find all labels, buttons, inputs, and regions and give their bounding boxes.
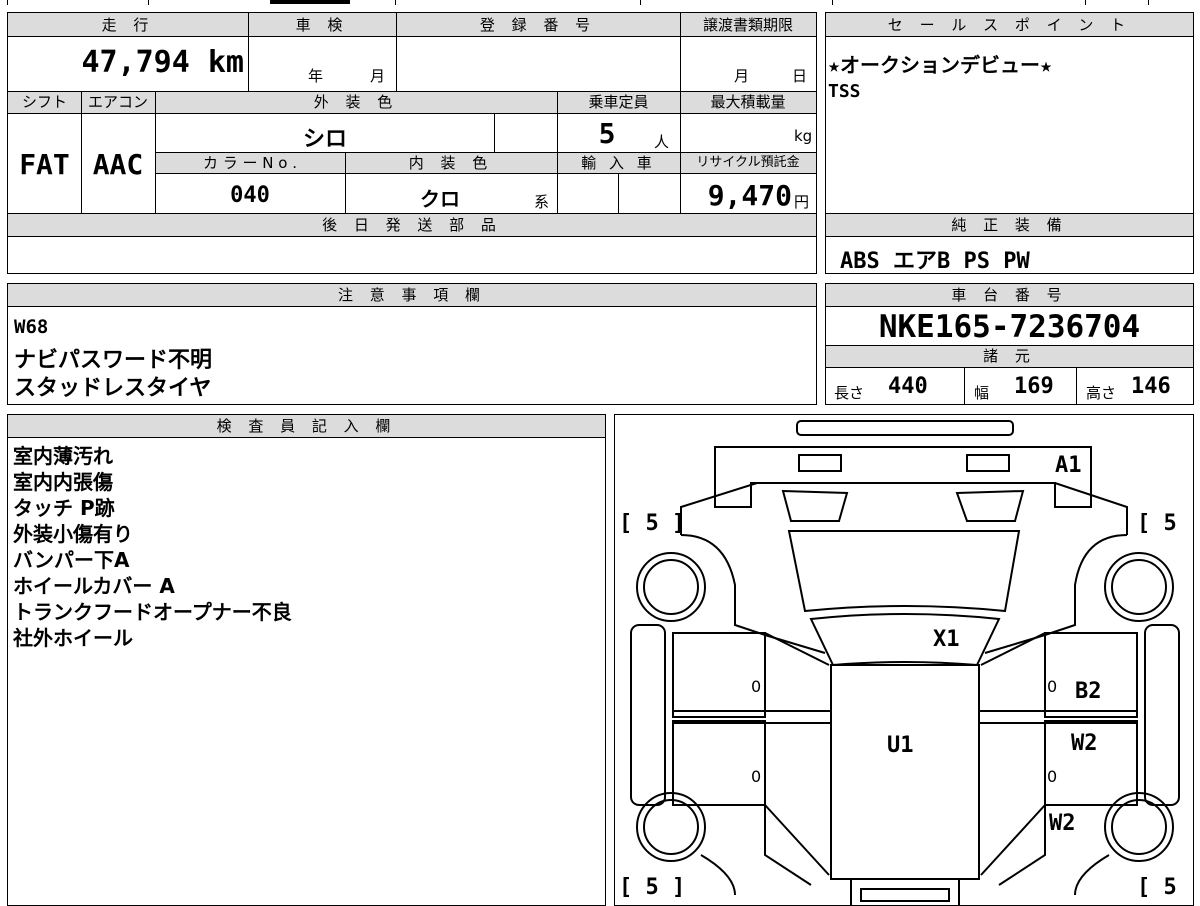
door-zero-mark: 0 xyxy=(751,677,762,696)
door-zero-mark: 0 xyxy=(1047,767,1058,786)
chassis-number: NKE165-7236704 xyxy=(878,309,1141,345)
inspector-note: 外装小傷有り xyxy=(13,522,133,546)
inspector-note: トランクフードオープナー不良 xyxy=(13,600,292,624)
inspector-note: 室内内張傷 xyxy=(13,470,113,494)
door-zero-mark: 0 xyxy=(1047,677,1058,696)
inspector-notes-list: 室内薄汚れ 室内内張傷 タッチ P跡 外装小傷有り バンパー下A ホイールカバー… xyxy=(13,443,292,651)
transfer-day-unit: 日 xyxy=(792,67,808,85)
recycle-header: リサイクル預託金 xyxy=(696,155,800,170)
shift-header: シフト xyxy=(21,93,67,111)
damage-mark-front-bumper: A1 xyxy=(1055,453,1082,478)
capacity-header: 乗車定員 xyxy=(588,93,649,111)
door-zero-mark: 0 xyxy=(751,767,762,786)
inspection-header: 車 検 xyxy=(295,16,349,34)
tire-tread-rear-left: [ 5 ] xyxy=(619,875,686,900)
damage-mark-right-front-door: B2 xyxy=(1075,679,1102,704)
inspector-note: タッチ P跡 xyxy=(13,496,115,520)
tire-tread-front-left: [ 5 ] xyxy=(619,511,686,536)
chassis-header: 車 台 番 号 xyxy=(826,284,1193,307)
sales-points-header: セ ー ル ス ポ イ ン ト xyxy=(826,13,1193,37)
height-value: 146 xyxy=(1131,374,1171,399)
recycle-unit: 円 xyxy=(794,193,810,211)
damage-mark-right-rear-fender: W2 xyxy=(1049,811,1076,836)
color-no-header: カ ラ ー N o . xyxy=(202,154,297,172)
capacity-unit: 人 xyxy=(654,133,670,151)
width-label: 幅 xyxy=(974,384,990,402)
inspection-month-unit: 月 xyxy=(370,67,386,85)
aircon-header: エアコン xyxy=(87,93,148,111)
registration-header: 登 録 番 号 xyxy=(479,16,597,34)
length-label: 長さ xyxy=(834,384,865,402)
inspector-note: ホイールカバー A xyxy=(13,574,175,598)
vehicle-info-table: 走 行 車 検 登 録 番 号 譲渡書類期限 47,794 km 年 月 月 日… xyxy=(7,12,817,274)
later-parts-header: 後 日 発 送 部 品 xyxy=(322,216,502,234)
inspector-note: 室内薄汚れ xyxy=(13,444,113,468)
notes-line: スタッドレスタイヤ xyxy=(14,376,212,401)
sales-point-line: ★オークションデビュー★ xyxy=(828,53,1053,77)
mileage-header: 走 行 xyxy=(101,16,155,34)
width-value: 169 xyxy=(1014,374,1054,399)
damage-mark-roof: X1 xyxy=(933,627,960,652)
equipment-value: ABS エアB PS PW xyxy=(840,249,1030,274)
mileage-value: 47,794 km xyxy=(81,45,244,80)
interior-color-suffix: 系 xyxy=(534,193,550,211)
interior-color-header: 内 装 色 xyxy=(408,154,494,172)
damage-mark-right-rear-door: W2 xyxy=(1071,731,1098,756)
color-no-value: 040 xyxy=(230,183,270,208)
length-value: 440 xyxy=(888,374,928,399)
recycle-fee-value: 9,470 xyxy=(707,179,792,212)
top-strip xyxy=(0,0,1200,5)
damage-mark-center: U1 xyxy=(887,733,914,758)
aircon-value: AAC xyxy=(92,148,144,181)
shift-value: FAT xyxy=(19,148,70,181)
inspector-panel: 検 査 員 記 入 欄 室内薄汚れ 室内内張傷 タッチ P跡 外装小傷有り バン… xyxy=(7,414,606,906)
damage-diagram-panel: [ 5 ] [ 5 ] [ 5 ] [ 5 ] A1 X1 U1 B2 W2 W… xyxy=(614,414,1194,906)
inspection-year-unit: 年 xyxy=(308,67,324,85)
inspector-note: 社外ホイール xyxy=(13,626,133,650)
tire-tread-rear-right: [ 5 ] xyxy=(1137,875,1193,900)
notes-header: 注 意 事 項 欄 xyxy=(8,284,816,307)
chassis-panel: 車 台 番 号 NKE165-7236704 諸 元 長さ 440 幅 169 … xyxy=(825,283,1194,405)
exterior-color-header: 外 装 色 xyxy=(313,93,399,111)
transfer-deadline-header: 譲渡書類期限 xyxy=(702,16,793,34)
import-header: 輸 入 車 xyxy=(581,154,656,172)
exterior-color-value: シロ xyxy=(302,127,347,152)
sales-points-panel: セ ー ル ス ポ イ ン ト ★オークションデビュー★ TSS 純 正 装 備… xyxy=(825,12,1194,274)
tire-tread-front-right: [ 5 ] xyxy=(1137,511,1193,536)
capacity-value: 5 xyxy=(598,117,616,150)
car-body-diagram xyxy=(630,420,1180,905)
transfer-month-unit: 月 xyxy=(734,67,750,85)
equipment-header: 純 正 装 備 xyxy=(951,216,1068,234)
max-load-header: 最大積載量 xyxy=(710,93,786,111)
sales-point-line: TSS xyxy=(828,81,861,102)
specs-header: 諸 元 xyxy=(983,347,1036,365)
notes-line: W68 xyxy=(14,316,49,338)
notes-panel: 注 意 事 項 欄 W68 ナビパスワード不明 スタッドレスタイヤ xyxy=(7,283,817,405)
inspector-header: 検 査 員 記 入 欄 xyxy=(8,415,605,438)
inspector-note: バンパー下A xyxy=(13,548,130,572)
height-label: 高さ xyxy=(1086,384,1117,402)
max-load-unit: kg xyxy=(794,127,813,145)
interior-color-value: クロ xyxy=(420,187,460,211)
